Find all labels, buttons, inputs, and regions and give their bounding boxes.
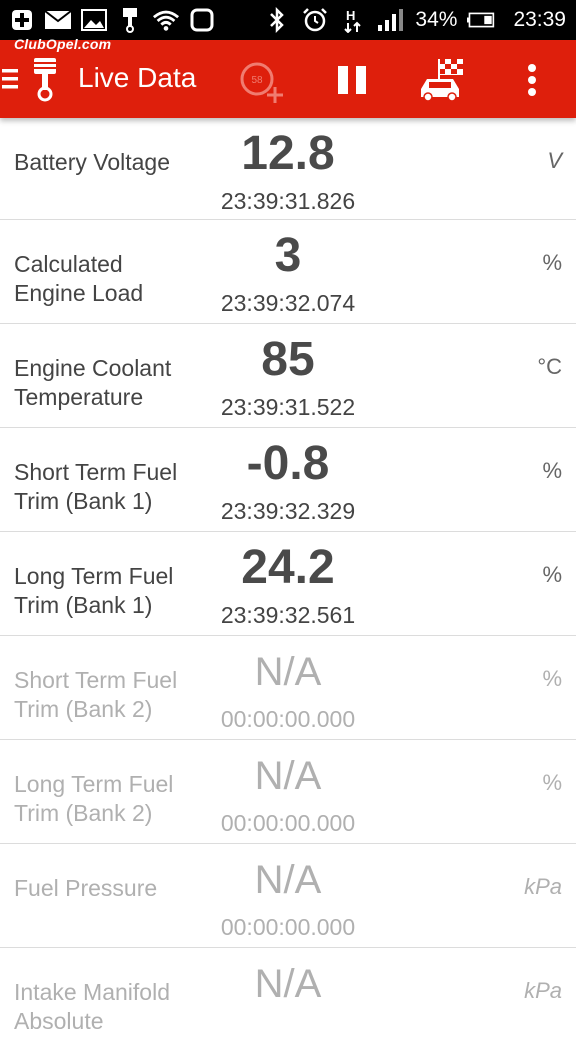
pid-value: 24.2 (241, 541, 335, 594)
pause-icon (338, 66, 366, 94)
pid-label: Short Term Fuel Trim (Bank 1) (14, 459, 178, 514)
pid-value: -0.8 (246, 437, 330, 490)
live-data-list: Battery Voltage 12.8 23:39:31.826 V Calc… (0, 118, 576, 1052)
svg-text:H: H (346, 8, 355, 23)
pid-unit: °C (537, 354, 562, 379)
h-signal-icon: H (339, 7, 367, 33)
pid-unit: % (542, 562, 562, 587)
pid-unit: kPa (524, 874, 562, 899)
menu-button[interactable] (0, 64, 20, 94)
list-item[interactable]: Battery Voltage 12.8 23:39:31.826 V (0, 118, 576, 220)
list-item[interactable]: Intake Manifold Absolute N/A kPa (0, 948, 576, 1052)
pid-value: N/A (254, 962, 322, 1006)
list-item[interactable]: Short Term Fuel Trim (Bank 2) N/A 00:00:… (0, 636, 576, 740)
hamburger-icon (2, 69, 18, 89)
pid-timestamp: 23:39:32.561 (220, 602, 356, 628)
pid-unit: % (542, 250, 562, 275)
speed-badge: 58 (251, 75, 263, 86)
status-bar: H 34% 23:39 (0, 0, 576, 40)
list-item[interactable]: Calculated Engine Load 3 23:39:32.074 % (0, 220, 576, 324)
wifi-icon (152, 7, 180, 33)
overflow-menu-button[interactable] (518, 60, 546, 100)
list-item[interactable]: Engine Coolant Temperature 85 23:39:31.5… (0, 324, 576, 428)
pid-value: 85 (261, 333, 315, 386)
bluetooth-icon (263, 7, 291, 33)
pid-value: 3 (274, 229, 302, 282)
alarm-icon (301, 7, 329, 33)
pid-timestamp: 23:39:31.826 (220, 188, 356, 214)
pid-value: N/A (254, 650, 322, 694)
app-logo-icon (30, 54, 60, 104)
cell-signal-icon (377, 7, 405, 33)
speedometer-add-icon: 58 (240, 62, 283, 103)
battery-percent: 34% (415, 8, 458, 31)
pid-label: Long Term Fuel Trim (Bank 2) (14, 771, 174, 826)
pid-unit: kPa (524, 978, 562, 1003)
pid-value: N/A (254, 858, 322, 902)
pid-value: N/A (254, 754, 322, 798)
pid-timestamp: 00:00:00.000 (220, 706, 356, 732)
pid-label: Intake Manifold Absolute (14, 979, 170, 1034)
piston-icon (116, 7, 144, 33)
pid-label: Short Term Fuel Trim (Bank 2) (14, 667, 178, 722)
pid-unit: V (547, 148, 562, 173)
add-gauge-button[interactable]: 58 (238, 60, 286, 106)
pid-label: Engine Coolant Temperature (14, 355, 172, 410)
race-mode-button[interactable] (416, 56, 468, 102)
pause-button[interactable] (332, 62, 372, 98)
list-item[interactable]: Long Term Fuel Trim (Bank 1) 24.2 23:39:… (0, 532, 576, 636)
pid-timestamp: 23:39:32.329 (220, 498, 356, 524)
pid-unit: % (542, 666, 562, 691)
list-item[interactable]: Long Term Fuel Trim (Bank 2) N/A 00:00:0… (0, 740, 576, 844)
watermark: ClubOpel.com (14, 36, 112, 52)
clock: 23:39 (513, 8, 566, 31)
list-item[interactable]: Fuel Pressure N/A 00:00:00.000 kPa (0, 844, 576, 948)
race-car-flag-icon (421, 59, 463, 101)
list-item[interactable]: Short Term Fuel Trim (Bank 1) -0.8 23:39… (0, 428, 576, 532)
watch-icon (188, 7, 216, 33)
pid-timestamp: 23:39:32.074 (220, 290, 356, 316)
pid-label: Battery Voltage (14, 149, 170, 175)
pid-timestamp: 23:39:31.522 (220, 394, 356, 420)
pid-label: Calculated Engine Load (14, 251, 144, 306)
mail-icon (44, 7, 72, 33)
image-icon (80, 7, 108, 33)
pid-unit: % (542, 770, 562, 795)
pid-value: 12.8 (241, 127, 335, 180)
more-vert-icon (528, 64, 536, 96)
plus-icon (8, 7, 36, 33)
page-title: Live Data (78, 62, 197, 93)
pid-unit: % (542, 458, 562, 483)
pid-label: Fuel Pressure (14, 875, 158, 901)
pid-label: Long Term Fuel Trim (Bank 1) (14, 563, 174, 618)
battery-icon (467, 7, 495, 33)
pid-timestamp: 00:00:00.000 (220, 810, 356, 836)
pid-timestamp: 00:00:00.000 (220, 914, 356, 940)
